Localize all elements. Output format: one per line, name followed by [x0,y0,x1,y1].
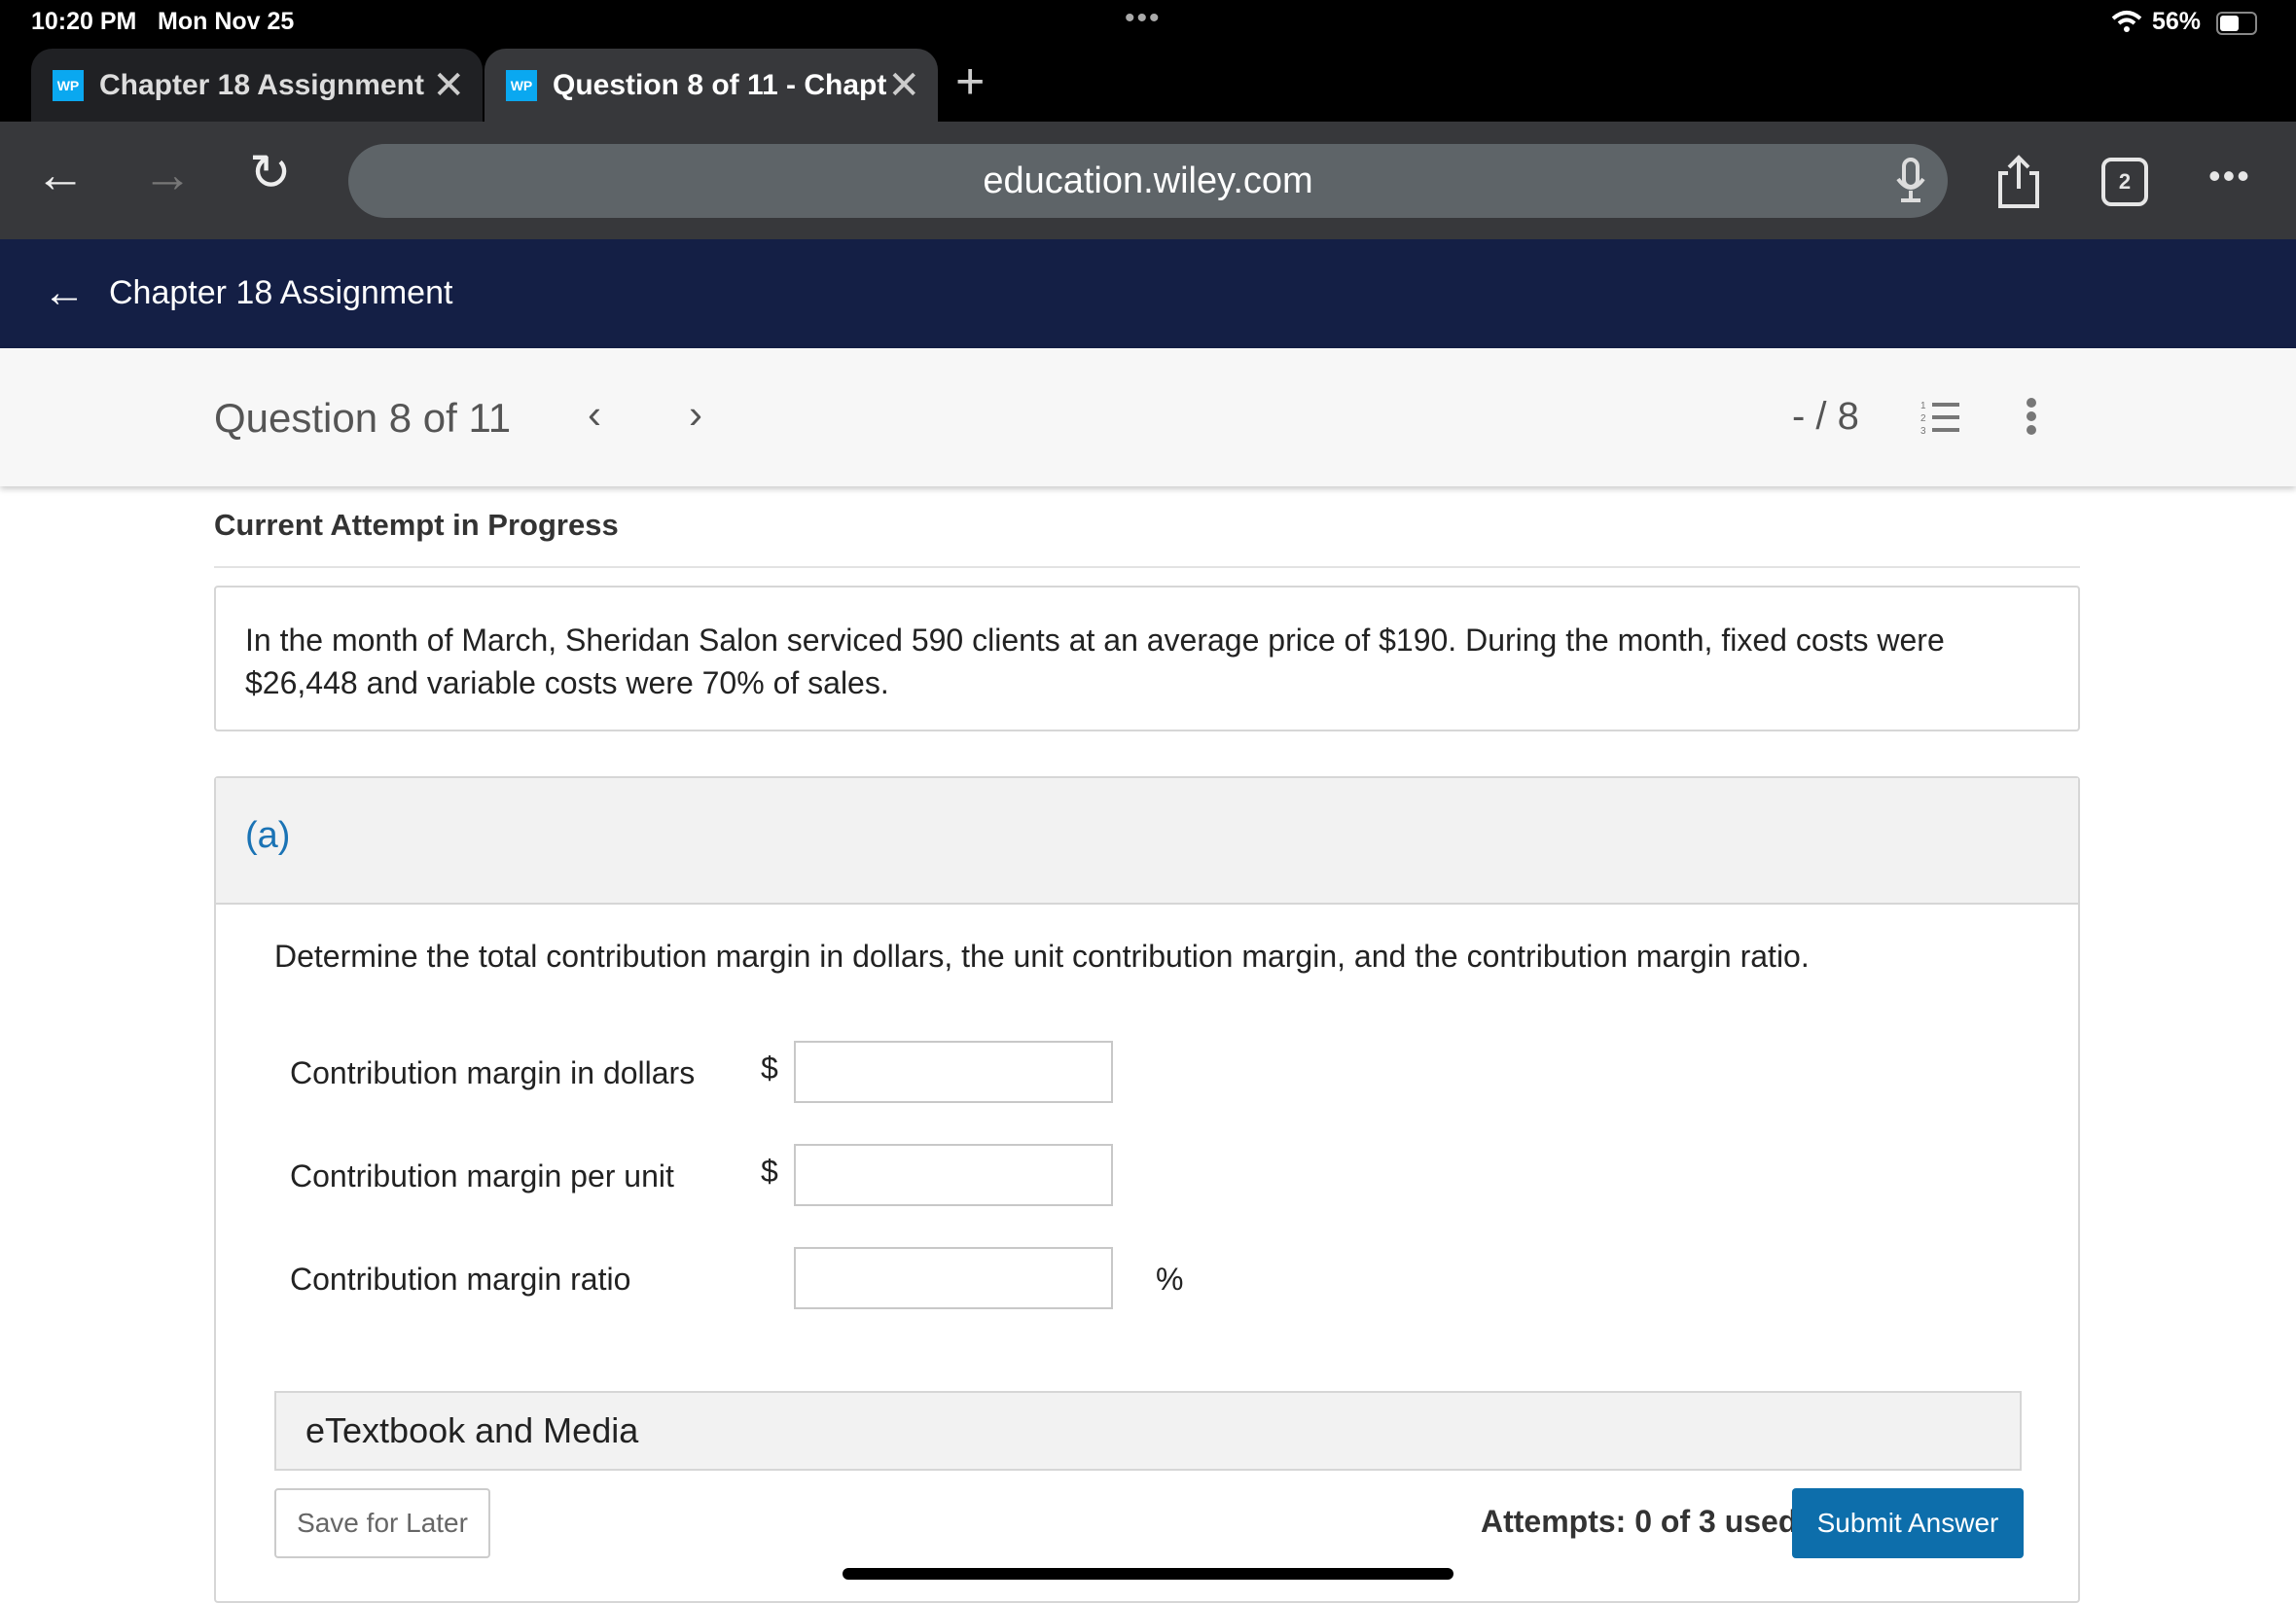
etextbook-media-toggle[interactable]: eTextbook and Media [274,1391,2022,1471]
save-label: Save for Later [297,1508,468,1538]
question-title: Question 8 of 11 [214,395,512,441]
new-tab-icon[interactable]: + [955,53,985,111]
row-label: Contribution margin ratio [290,1262,631,1297]
row-label: Contribution margin per unit [290,1158,674,1193]
status-date: Mon Nov 25 [158,8,295,35]
divider [214,566,2080,568]
dollar-prefix: $ [761,1154,778,1189]
percent-suffix: % [1156,1262,1184,1297]
battery-percent: 56% [2152,8,2202,35]
reload-icon[interactable]: ↻ [249,144,292,202]
tab-count: 2 [2118,169,2132,194]
close-tab-icon[interactable]: ✕ [432,63,465,108]
svg-text:2: 2 [1920,413,1926,424]
svg-text:1: 1 [1920,401,1926,411]
problem-text: In the month of March, Sheridan Salon se… [245,623,1945,700]
contribution-margin-ratio-input[interactable] [794,1247,1113,1309]
question-nav-bar: Question 8 of 11 ‹ › - / 8 1 2 3 [0,348,2296,486]
part-a-header: (a) [216,778,2078,905]
question-list-icon[interactable]: 1 2 3 [1920,399,1961,438]
submit-label: Submit Answer [1816,1508,1999,1538]
more-options-icon[interactable]: ••• [2208,156,2251,196]
kebab-menu-icon[interactable] [2026,397,2037,436]
tab-question-8[interactable]: WP Question 8 of 11 - Chapt ✕ [484,49,938,123]
question-score: - / 8 [1792,395,1859,438]
part-a-panel: (a) Determine the total contribution mar… [214,776,2080,1603]
status-time: 10:20 PM [31,8,137,35]
tab-switcher-button[interactable]: 2 [2101,158,2148,206]
submit-answer-button[interactable]: Submit Answer [1792,1488,2024,1558]
url-text: education.wiley.com [983,160,1313,201]
attempt-heading: Current Attempt in Progress [214,508,619,542]
svg-text:3: 3 [1920,426,1926,437]
wifi-icon [2111,11,2142,32]
next-question-icon[interactable]: › [689,391,702,438]
tab-title: Question 8 of 11 - Chapt [553,69,887,101]
problem-statement: In the month of March, Sheridan Salon se… [214,586,2080,731]
share-icon[interactable] [1996,154,2041,210]
wp-favicon-icon: WP [506,70,537,101]
close-tab-icon[interactable]: ✕ [887,63,920,108]
part-label: (a) [245,815,291,856]
etextbook-label: eTextbook and Media [305,1410,639,1450]
back-arrow-icon[interactable]: ← [35,146,86,204]
battery-icon [2216,12,2257,35]
tab-chapter-18[interactable]: WP Chapter 18 Assignment ✕ [31,49,483,123]
address-bar[interactable]: education.wiley.com [348,144,1948,218]
contribution-margin-dollars-input[interactable] [794,1041,1113,1103]
microphone-icon[interactable] [1893,158,1928,204]
back-arrow-icon[interactable]: ← [43,268,86,317]
dollar-prefix: $ [761,1051,778,1086]
home-indicator[interactable] [843,1568,1453,1580]
previous-question-icon[interactable]: ‹ [588,391,601,438]
assignment-header: ← Chapter 18 Assignment [0,239,2296,348]
multitask-dots-icon[interactable]: ••• [1125,2,1162,35]
part-instruction: Determine the total contribution margin … [274,939,1810,974]
forward-arrow-icon[interactable]: → [142,146,193,204]
row-label: Contribution margin in dollars [290,1055,696,1090]
contribution-margin-per-unit-input[interactable] [794,1144,1113,1206]
attempts-counter: Attempts: 0 of 3 used [1481,1504,1798,1539]
tab-title: Chapter 18 Assignment [99,69,424,101]
wp-favicon-icon: WP [53,70,84,101]
save-for-later-button[interactable]: Save for Later [274,1488,490,1558]
assignment-title[interactable]: Chapter 18 Assignment [109,274,452,312]
